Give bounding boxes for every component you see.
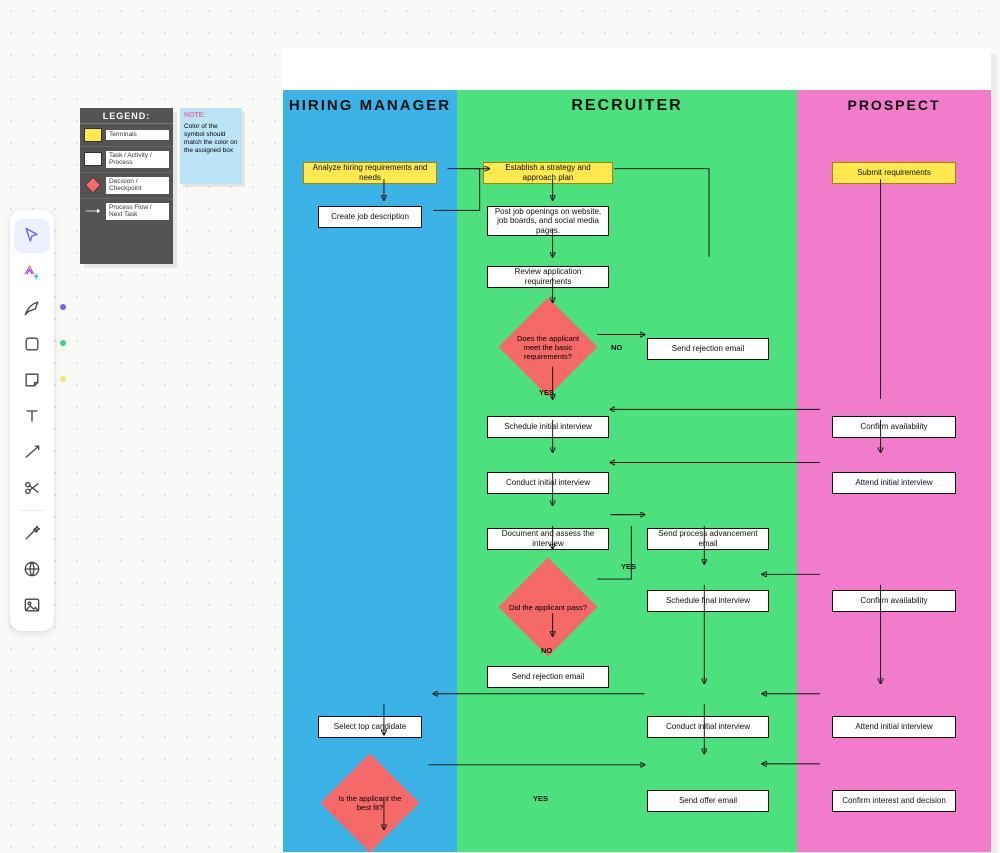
swimlanes: HIRING MANAGER Analyze hiring requiremen…: [283, 90, 991, 852]
node-p-avail2[interactable]: Confirm availability: [832, 590, 956, 612]
node-r-doc[interactable]: Document and assess the interview: [487, 528, 609, 550]
node-hm-bestfit: Is the applicant the best fit?: [323, 768, 417, 838]
legend-row-process: Task / Activity / Process: [80, 147, 173, 173]
note-sticky[interactable]: NOTE: Color of the symbol should match t…: [180, 108, 242, 184]
label-no-1: NO: [611, 343, 622, 352]
node-p-avail1[interactable]: Confirm availability: [832, 416, 956, 438]
node-p-attend2[interactable]: Attend initial interview: [832, 716, 956, 738]
node-r-sched1[interactable]: Schedule initial interview: [487, 416, 609, 438]
tool-pen-color-dot: [60, 304, 66, 310]
tool-shape[interactable]: [14, 327, 50, 361]
lane-recruiter[interactable]: RECRUITER Establish a strategy and appro…: [457, 90, 797, 852]
node-r-d1-diamond[interactable]: Does the applicant meet the basic requir…: [501, 312, 595, 382]
label-yes-3: YES: [533, 794, 548, 803]
node-r-conduct1[interactable]: Conduct initial interview: [487, 472, 609, 494]
node-p-confirm[interactable]: Confirm interest and decision: [832, 790, 956, 812]
node-r-review[interactable]: Review application requirements: [487, 266, 609, 288]
node-r-reject1[interactable]: Send rejection email: [647, 338, 769, 360]
legend-row-terminals: Terminals: [80, 124, 173, 147]
note-title: NOTE:: [184, 112, 238, 121]
node-r-conduct2[interactable]: Conduct initial interview: [647, 716, 769, 738]
tool-sticky[interactable]: [14, 363, 50, 397]
flowchart-panel[interactable]: HIRING MANAGER Analyze hiring requiremen…: [283, 48, 991, 852]
legend-row-decision: Decision / Checkpoint: [80, 173, 173, 199]
tool-snip[interactable]: [14, 471, 50, 505]
tool-connector[interactable]: [14, 435, 50, 469]
legend-title: LEGEND:: [80, 108, 173, 124]
lane-hiring-manager[interactable]: HIRING MANAGER Analyze hiring requiremen…: [283, 90, 457, 852]
tool-shape-color-dot: [60, 340, 66, 346]
node-p-attend1[interactable]: Attend initial interview: [832, 472, 956, 494]
node-hm-analyze[interactable]: Analyze hiring requirements and needs: [303, 162, 437, 184]
node-r-offer[interactable]: Send offer email: [647, 790, 769, 812]
tool-text[interactable]: [14, 399, 50, 433]
tool-magic[interactable]: [14, 516, 50, 550]
legend[interactable]: LEGEND: Terminals Task / Activity / Proc…: [80, 108, 173, 264]
lane-header-hiring: HIRING MANAGER: [283, 90, 457, 122]
node-r-schedfinal[interactable]: Schedule final interview: [647, 590, 769, 612]
node-r-d2: Did the applicant pass?: [501, 572, 595, 642]
node-hm-jd[interactable]: Create job description: [318, 206, 422, 228]
node-hm-bestfit-diamond[interactable]: Is the applicant the best fit?: [323, 768, 417, 838]
tool-image[interactable]: [14, 588, 50, 622]
lane-header-prospect: PROSPECT: [797, 90, 991, 121]
tool-pen[interactable]: [14, 291, 50, 325]
toolbar-divider: [20, 510, 44, 511]
lane-header-recruiter: RECRUITER: [457, 90, 797, 123]
tool-select[interactable]: [14, 219, 50, 253]
node-r-d1: Does the applicant meet the basic requir…: [501, 312, 595, 382]
label-no-2: NO: [541, 646, 552, 655]
legend-row-flow: Process Flow / Next Task: [80, 199, 173, 224]
tool-ai[interactable]: [14, 255, 50, 289]
node-p-submit[interactable]: Submit requirements: [832, 162, 956, 184]
toolbar: [10, 210, 54, 631]
tool-web[interactable]: [14, 552, 50, 586]
lane-prospect[interactable]: PROSPECT Submit requirements Confirm ava…: [797, 90, 991, 852]
tool-sticky-color-dot: [60, 376, 66, 382]
node-r-advance[interactable]: Send process advancement email: [647, 528, 769, 550]
node-r-post[interactable]: Post job openings on website, job boards…: [487, 206, 609, 236]
note-body: Color of the symbol should match the col…: [184, 123, 238, 156]
node-r-strategy[interactable]: Establish a strategy and approach plan: [483, 162, 613, 184]
node-r-reject2[interactable]: Send rejection email: [487, 666, 609, 688]
label-yes-1: YES: [539, 388, 554, 397]
node-r-d2-diamond[interactable]: Did the applicant pass?: [501, 572, 595, 642]
label-yes-2: YES: [621, 562, 636, 571]
node-hm-select[interactable]: Select top candidate: [318, 716, 422, 738]
